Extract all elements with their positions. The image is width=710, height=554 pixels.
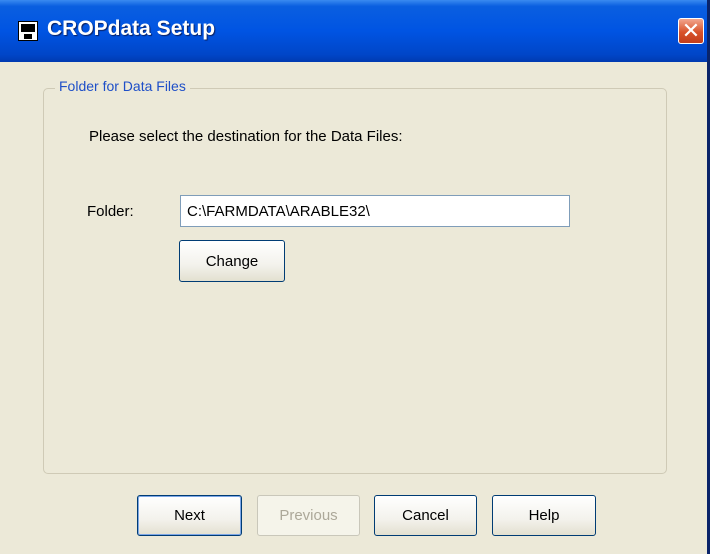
help-button[interactable]: Help xyxy=(492,495,596,536)
window-title: CROPdata Setup xyxy=(47,17,216,40)
close-button[interactable]: ✕ xyxy=(678,18,704,44)
folder-input[interactable] xyxy=(180,195,570,227)
previous-button: Previous xyxy=(257,495,360,536)
change-button[interactable]: Change xyxy=(179,240,285,282)
group-legend: Folder for Data Files xyxy=(55,78,190,94)
title-bar[interactable]: CROPdata Setup ✕ xyxy=(0,0,707,62)
next-button[interactable]: Next xyxy=(137,495,242,536)
setup-window: CROPdata Setup ✕ Folder for Data Files P… xyxy=(0,0,710,554)
folder-label: Folder: xyxy=(87,203,134,220)
floppy-disk-icon xyxy=(18,21,38,41)
data-folder-group xyxy=(43,88,667,474)
instruction-text: Please select the destination for the Da… xyxy=(89,128,403,145)
cancel-button[interactable]: Cancel xyxy=(374,495,477,536)
